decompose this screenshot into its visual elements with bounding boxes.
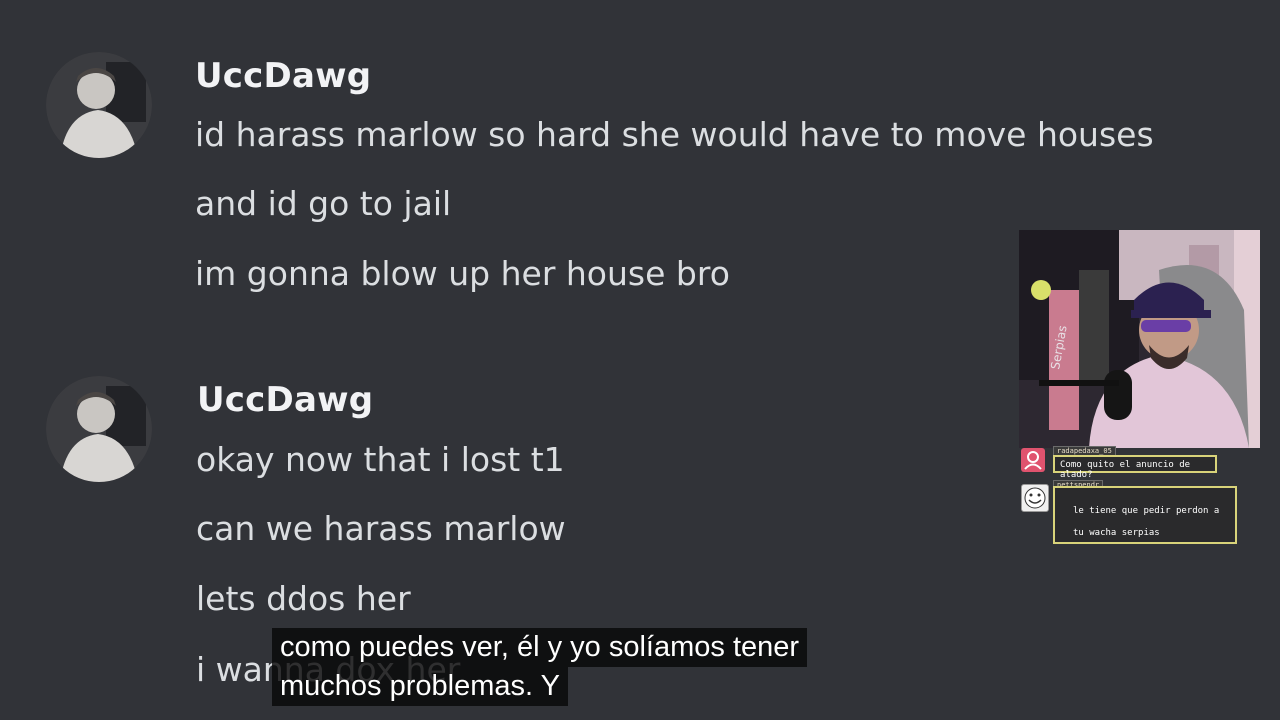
message-author[interactable]: UccDawg [197,380,373,420]
user-icon [1021,448,1045,472]
avatar-photo-icon [46,376,152,482]
message-text: im gonna blow up her house bro [195,254,730,293]
subtitle-line: muchos problemas. Y [272,667,568,706]
message-text: can we harass marlow [196,509,566,548]
streamer-webcam: Serpias [1019,230,1260,448]
message-text: id harass marlow so hard she would have … [195,115,1154,154]
trollface-icon [1021,484,1049,512]
message-text: okay now that i lost t1 [196,440,565,479]
message-text: lets ddos her [196,579,411,618]
subtitle-line: como puedes ver, él y yo solíamos tener [272,628,808,667]
avatar-photo-icon [46,52,152,158]
user-avatar[interactable] [46,52,152,158]
chat-text: le tiene que pedir perdon a tu wacha ser… [1053,486,1237,544]
video-subtitles: como puedes ver, él y yo solíamos tener … [272,628,808,706]
message-author[interactable]: UccDawg [195,56,371,96]
user-avatar[interactable] [46,376,152,482]
chat-text: Como quito el anuncio de alado? [1053,455,1217,480]
message-text: and id go to jail [195,184,452,223]
webcam-image: Serpias [1019,230,1260,448]
